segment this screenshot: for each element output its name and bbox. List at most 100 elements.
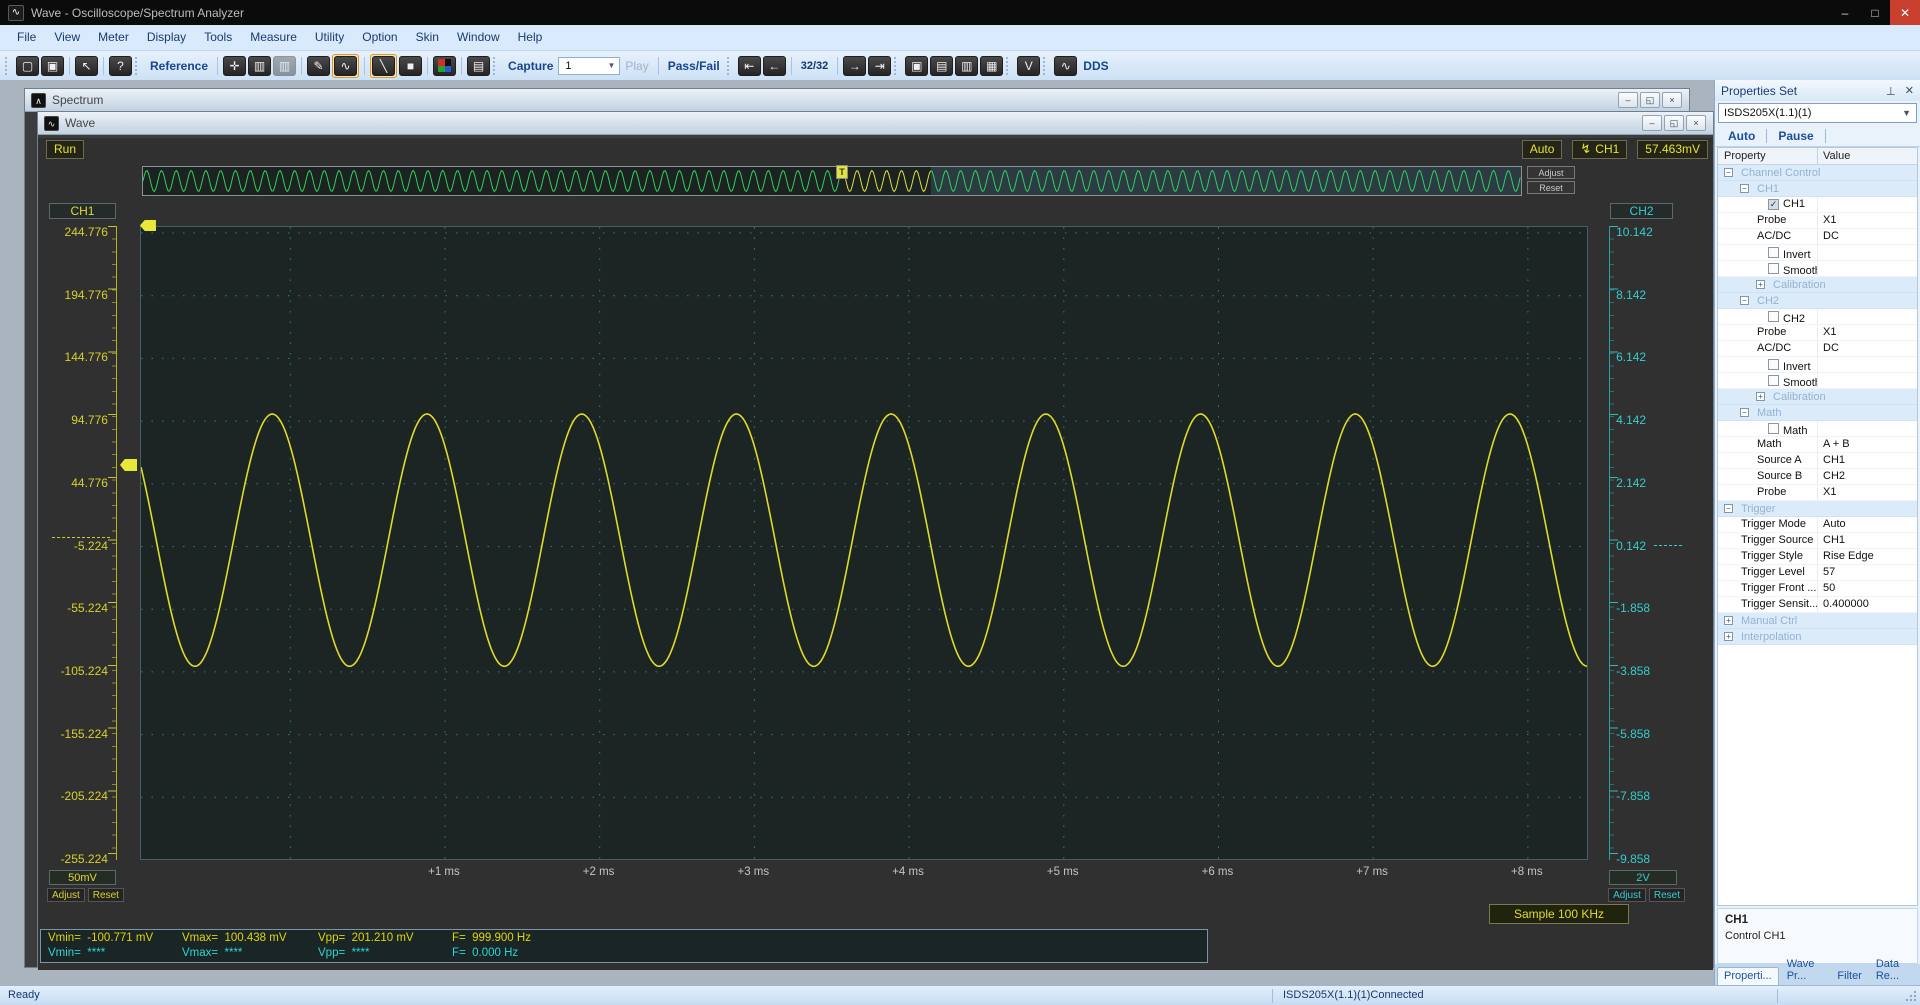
line-style-icon[interactable]: ╲ <box>372 55 396 76</box>
expand-icon[interactable]: + <box>1724 632 1733 641</box>
collapse-icon[interactable]: − <box>1740 408 1749 417</box>
spectrum-restore-button[interactable]: ◱ <box>1640 92 1660 108</box>
menu-measure[interactable]: Measure <box>241 25 306 50</box>
window-tile-horizontal-icon[interactable]: ▤ <box>930 55 954 76</box>
panel-close-icon[interactable]: ✕ <box>1905 84 1914 97</box>
property-value-cell[interactable] <box>1818 357 1917 372</box>
property-row-ac-dc[interactable]: AC/DC DC <box>1718 341 1917 357</box>
tree-group-trigger[interactable]: − Trigger <box>1718 501 1917 517</box>
property-value-cell[interactable] <box>1818 261 1917 276</box>
capture-select[interactable]: 1 ▼ <box>558 56 621 75</box>
pin-icon[interactable]: ⊤ <box>1886 84 1896 97</box>
ch2-adjust-button[interactable]: Adjust <box>1608 888 1646 902</box>
collapse-icon[interactable]: − <box>1740 184 1749 193</box>
ch1-trigger-level-marker[interactable] <box>120 459 137 471</box>
auto-button[interactable]: Auto <box>1521 139 1563 159</box>
tree-group-manual-ctrl[interactable]: + Manual Ctrl <box>1718 613 1917 629</box>
property-row-ac-dc[interactable]: AC/DC DC <box>1718 229 1917 245</box>
expand-icon[interactable]: + <box>1724 616 1733 625</box>
run-button[interactable]: Run <box>46 139 85 159</box>
panel-auto-button[interactable]: Auto <box>1717 129 1766 143</box>
property-row-smooth[interactable]: Smooth <box>1718 373 1917 389</box>
spectrum-minimize-button[interactable]: – <box>1618 92 1638 108</box>
color-palette-icon[interactable] <box>433 55 457 76</box>
unchecked-checkbox[interactable] <box>1768 375 1779 386</box>
property-row-ch1[interactable]: ✓ CH1 <box>1718 197 1917 213</box>
property-value-cell[interactable]: DC <box>1818 341 1917 356</box>
menu-utility[interactable]: Utility <box>306 25 353 50</box>
property-value-cell[interactable]: 57 <box>1818 565 1917 580</box>
nav-next-icon[interactable]: → <box>843 55 867 76</box>
property-value-cell[interactable]: 50 <box>1818 581 1917 596</box>
menu-display[interactable]: Display <box>138 25 195 50</box>
tab-datare[interactable]: Data Re... <box>1870 956 1918 985</box>
close-button[interactable]: ✕ <box>1890 0 1920 25</box>
tree-group-channel-control[interactable]: − Channel Control <box>1718 165 1917 181</box>
waveform-plot[interactable] <box>139 220 1588 860</box>
trigger-channel-button[interactable]: ↯ CH1 <box>1572 139 1628 159</box>
minimize-button[interactable]: – <box>1830 0 1860 25</box>
trigger-position-flag[interactable]: T <box>836 165 848 179</box>
property-value-cell[interactable]: X1 <box>1818 213 1917 228</box>
property-value-cell[interactable]: 0.400000 <box>1818 597 1917 612</box>
collapse-icon[interactable]: − <box>1740 296 1749 305</box>
menu-file[interactable]: File <box>8 25 45 50</box>
spectrum-titlebar[interactable]: ∧ Spectrum – ◱ × <box>25 89 1689 112</box>
tools-icon[interactable]: ✛ <box>223 55 247 76</box>
property-value-cell[interactable] <box>1818 197 1917 212</box>
property-row-trigger-level[interactable]: Trigger Level 57 <box>1718 565 1917 581</box>
panel-pause-button[interactable]: Pause <box>1767 129 1824 143</box>
window-cascade-icon[interactable]: ▣ <box>905 55 929 76</box>
property-value-cell[interactable]: X1 <box>1818 485 1917 500</box>
property-value-cell[interactable]: A + B <box>1818 437 1917 452</box>
expand-icon[interactable]: + <box>1756 280 1765 289</box>
tree-group-calibration[interactable]: + Calibration <box>1718 389 1917 405</box>
property-row-source-b[interactable]: Source B CH2 <box>1718 469 1917 485</box>
ch2-reset-button[interactable]: Reset <box>1648 888 1685 902</box>
report-icon[interactable]: ▤ <box>467 55 491 76</box>
ch1-reset-button[interactable]: Reset <box>87 888 124 902</box>
wave-restore-button[interactable]: ◱ <box>1664 115 1684 131</box>
square-style-icon[interactable]: ■ <box>399 55 423 76</box>
help-icon[interactable]: ? <box>109 55 132 76</box>
save-icon[interactable]: ▣ <box>41 55 64 76</box>
property-value-cell[interactable] <box>1818 245 1917 260</box>
property-row-trigger-sensit---[interactable]: Trigger Sensit... 0.400000 <box>1718 597 1917 613</box>
property-row-invert[interactable]: Invert <box>1718 245 1917 261</box>
unchecked-checkbox[interactable] <box>1768 359 1779 370</box>
property-row-probe[interactable]: Probe X1 <box>1718 213 1917 229</box>
voltmeter-icon[interactable]: V <box>1017 55 1041 76</box>
property-row-source-a[interactable]: Source A CH1 <box>1718 453 1917 469</box>
property-value-cell[interactable]: DC <box>1818 229 1917 244</box>
property-row-invert[interactable]: Invert <box>1718 357 1917 373</box>
scope-screen-icon[interactable]: ∿ <box>334 55 358 76</box>
nav-prev-icon[interactable]: ← <box>762 55 786 76</box>
property-row-trigger-source[interactable]: Trigger Source CH1 <box>1718 533 1917 549</box>
cursor-icon[interactable]: ↖ <box>75 55 98 76</box>
menu-tools[interactable]: Tools <box>195 25 241 50</box>
property-row-math[interactable]: Math A + B <box>1718 437 1917 453</box>
tree-group-interpolation[interactable]: + Interpolation <box>1718 629 1917 645</box>
property-row-probe[interactable]: Probe X1 <box>1718 325 1917 341</box>
checked-checkbox[interactable]: ✓ <box>1768 199 1779 210</box>
property-value-cell[interactable]: X1 <box>1818 325 1917 340</box>
overview-adjust-button[interactable]: Adjust <box>1527 166 1575 179</box>
resize-grip[interactable] <box>1914 999 1916 1001</box>
tree-group-calibration[interactable]: + Calibration <box>1718 277 1917 293</box>
tree-group-ch2[interactable]: − CH2 <box>1718 293 1917 309</box>
tree-group-ch1[interactable]: − CH1 <box>1718 181 1917 197</box>
wave-close-button[interactable]: × <box>1686 115 1706 131</box>
tab-wavepr[interactable]: Wave Pr... <box>1781 956 1830 985</box>
tree-group-math[interactable]: − Math <box>1718 405 1917 421</box>
window-tile-vertical-icon[interactable]: ▥ <box>955 55 979 76</box>
menu-option[interactable]: Option <box>353 25 406 50</box>
property-row-smooth[interactable]: Smooth <box>1718 261 1917 277</box>
menu-window[interactable]: Window <box>448 25 509 50</box>
property-value-cell[interactable] <box>1818 421 1917 436</box>
property-row-ch2[interactable]: CH2 <box>1718 309 1917 325</box>
unchecked-checkbox[interactable] <box>1768 311 1779 322</box>
nav-last-icon[interactable]: ⇥ <box>868 55 892 76</box>
tab-properti[interactable]: Properti... <box>1717 967 1779 985</box>
property-row-trigger-mode[interactable]: Trigger Mode Auto <box>1718 517 1917 533</box>
window-grid-icon[interactable]: ▦ <box>980 55 1004 76</box>
